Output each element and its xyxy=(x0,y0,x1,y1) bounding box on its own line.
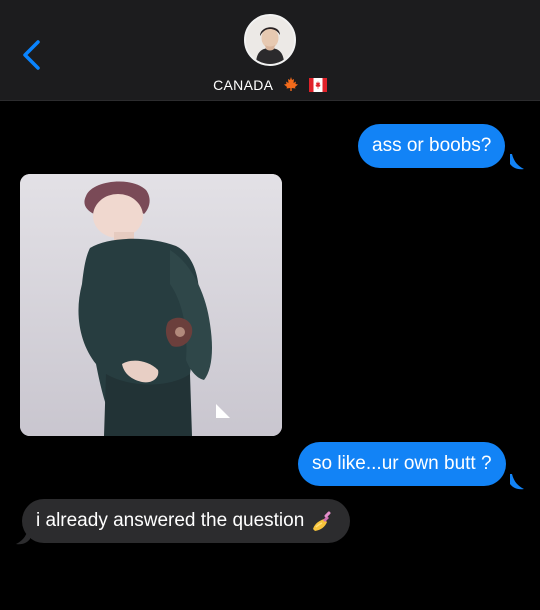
message-text: i already answered the question xyxy=(36,510,305,531)
bubble-tail xyxy=(510,154,524,170)
message-text: ass or boobs? xyxy=(372,135,492,156)
conversation-header: CANADA xyxy=(0,0,540,101)
photo-image xyxy=(20,174,282,436)
bubble-tail xyxy=(510,474,524,490)
photo-attachment[interactable] xyxy=(20,174,282,436)
message-incoming[interactable]: i already answered the question xyxy=(22,499,351,543)
message-outgoing[interactable]: ass or boobs? xyxy=(358,124,506,168)
canada-flag-icon xyxy=(308,78,327,95)
message-text: so like...ur own butt ? xyxy=(312,453,492,474)
back-button[interactable] xyxy=(18,38,44,72)
contact-name: CANADA xyxy=(213,77,273,93)
nail-polish-icon xyxy=(310,509,334,540)
message-outgoing[interactable]: so like...ur own butt ? xyxy=(298,442,506,486)
chevron-left-icon xyxy=(23,40,40,70)
avatar-portrait xyxy=(246,16,294,64)
contact-avatar[interactable] xyxy=(244,14,296,66)
contact-name-row[interactable]: CANADA xyxy=(0,76,540,95)
bubble-tail xyxy=(16,529,30,545)
maple-leaf-icon xyxy=(283,76,299,95)
